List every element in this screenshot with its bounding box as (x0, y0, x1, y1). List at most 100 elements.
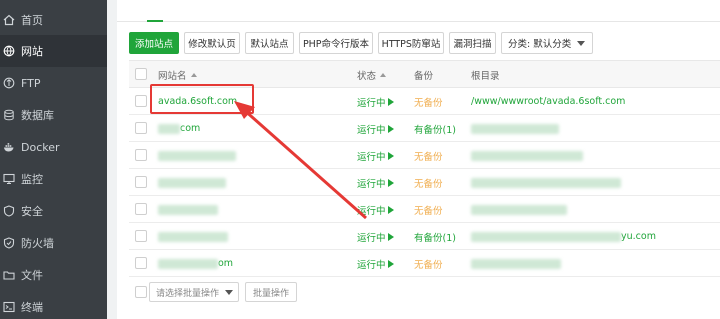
root-dir-link[interactable] (471, 142, 583, 169)
status-cell[interactable]: 运行中 (357, 115, 394, 142)
site-name-link[interactable]: avada.6soft.com (158, 88, 237, 115)
column-header-label: 网站名 (158, 70, 187, 82)
sidebar-item-home[interactable]: 首页 (0, 4, 107, 36)
sidebar-item-security[interactable]: 安全 (0, 195, 107, 227)
add-site-button[interactable]: 添加站点 (129, 32, 179, 54)
backup-cell[interactable]: 无备份 (414, 142, 443, 169)
root-dir-link[interactable] (471, 169, 621, 196)
default-site-button[interactable]: 默认站点 (245, 32, 294, 54)
ftp-icon (3, 77, 15, 89)
globe-icon (3, 45, 15, 57)
root-dir-link[interactable] (471, 115, 559, 142)
database-icon (3, 109, 15, 121)
sidebar-item-docker[interactable]: Docker (0, 131, 107, 163)
firewall-icon (3, 237, 15, 249)
vuln-scan-button[interactable]: 漏洞扫描 (449, 32, 496, 54)
sidebar-item-label: 首页 (21, 14, 43, 27)
root-dir-link[interactable] (471, 250, 561, 277)
sidebar-item-label: 安全 (21, 205, 43, 218)
sidebar-item-files[interactable]: 文件 (0, 259, 107, 291)
php-cli-version-button[interactable]: PHP命令行版本 (299, 32, 373, 54)
chevron-down-icon (225, 290, 233, 295)
site-name-link[interactable] (158, 169, 226, 196)
shield-icon (3, 205, 15, 217)
backup-cell[interactable]: 有备份(1) (414, 115, 456, 142)
status-cell[interactable]: 运行中 (357, 196, 394, 223)
column-header-label: 状态 (357, 70, 377, 82)
sidebar-item-database[interactable]: 数据库 (0, 99, 107, 131)
edit-default-page-button[interactable]: 修改默认页 (184, 32, 240, 54)
tab-active[interactable] (147, 0, 163, 22)
category-select[interactable]: 分类: 默认分类 (501, 32, 593, 54)
row-checkbox[interactable] (135, 176, 147, 188)
sidebar-item-website[interactable]: 网站 (0, 35, 107, 67)
redacted-text (471, 150, 583, 161)
sidebar-item-label: 网站 (21, 45, 43, 58)
row-checkbox[interactable] (135, 95, 147, 107)
site-table: 网站名 状态 备份 根目录 avada.6soft.com 运行中 无备份 /w… (129, 60, 720, 277)
row-checkbox[interactable] (135, 230, 147, 242)
site-name-link[interactable] (158, 196, 218, 223)
column-header-site-name[interactable]: 网站名 (158, 61, 197, 88)
table-row: 运行中 无备份 (129, 169, 720, 196)
status-cell[interactable]: 运行中 (357, 250, 394, 277)
redacted-text (471, 204, 567, 215)
column-header-root: 根目录 (471, 70, 500, 82)
status-text: 运行中 (357, 232, 386, 244)
play-icon (387, 205, 394, 214)
play-icon (387, 178, 394, 187)
backup-cell[interactable]: 无备份 (414, 169, 443, 196)
chevron-down-icon (577, 41, 585, 46)
sidebar-item-firewall[interactable]: 防火墙 (0, 227, 107, 259)
backup-cell[interactable]: 有备份(1) (414, 223, 456, 250)
folder-icon (3, 269, 15, 281)
redacted-text (471, 123, 559, 134)
status-cell[interactable]: 运行中 (357, 223, 394, 250)
sidebar-item-label: Docker (21, 140, 60, 154)
status-text: 运行中 (357, 259, 386, 271)
redacted-text (158, 258, 218, 269)
sidebar: 首页 网站 FTP 数据库 Docker 监控 安全 防火墙 文件 终端 (0, 0, 107, 319)
site-name-link[interactable]: om (158, 250, 233, 277)
status-cell[interactable]: 运行中 (357, 142, 394, 169)
https-firewall-button[interactable]: HTTPS防窜站 (378, 32, 444, 54)
backup-cell[interactable]: 无备份 (414, 88, 443, 115)
redacted-text (158, 204, 218, 215)
status-cell[interactable]: 运行中 (357, 88, 394, 115)
sidebar-item-label: FTP (21, 76, 41, 90)
redacted-text (471, 231, 621, 242)
site-name-link[interactable] (158, 142, 236, 169)
batch-operation-select[interactable]: 请选择批量操作 (149, 282, 239, 302)
sidebar-item-monitor[interactable]: 监控 (0, 163, 107, 195)
sidebar-item-ftp[interactable]: FTP (0, 67, 107, 99)
row-checkbox[interactable] (135, 203, 147, 215)
redacted-text (471, 177, 621, 188)
site-name-link[interactable]: com (158, 115, 200, 142)
root-dir-link[interactable]: yu.com (471, 223, 656, 250)
monitor-icon (3, 173, 15, 185)
backup-cell[interactable]: 无备份 (414, 196, 443, 223)
main-panel: 添加站点 修改默认页 默认站点 PHP命令行版本 HTTPS防窜站 漏洞扫描 分… (117, 0, 720, 319)
redacted-text (471, 258, 561, 269)
footer-select-all-checkbox[interactable] (135, 286, 147, 298)
column-header-backup: 备份 (414, 70, 434, 82)
backup-cell[interactable]: 无备份 (414, 250, 443, 277)
status-text: 运行中 (357, 124, 386, 136)
row-checkbox[interactable] (135, 122, 147, 134)
sidebar-item-terminal[interactable]: 终端 (0, 291, 107, 319)
select-all-checkbox[interactable] (135, 68, 147, 80)
batch-operation-button[interactable]: 批量操作 (245, 282, 297, 302)
column-header-status[interactable]: 状态 (357, 61, 387, 88)
row-checkbox[interactable] (135, 149, 147, 161)
root-dir-link[interactable] (471, 196, 567, 223)
status-text: 运行中 (357, 205, 386, 217)
play-icon (387, 232, 394, 241)
table-row: 运行中 有备份(1) yu.com (129, 223, 720, 250)
redacted-text (158, 177, 226, 188)
root-dir-link[interactable]: /www/wwwroot/avada.6soft.com (471, 88, 625, 115)
status-cell[interactable]: 运行中 (357, 169, 394, 196)
site-name-link[interactable] (158, 223, 228, 250)
row-checkbox[interactable] (135, 257, 147, 269)
table-row: avada.6soft.com 运行中 无备份 /www/wwwroot/ava… (129, 88, 720, 115)
table-row: 运行中 无备份 (129, 142, 720, 169)
